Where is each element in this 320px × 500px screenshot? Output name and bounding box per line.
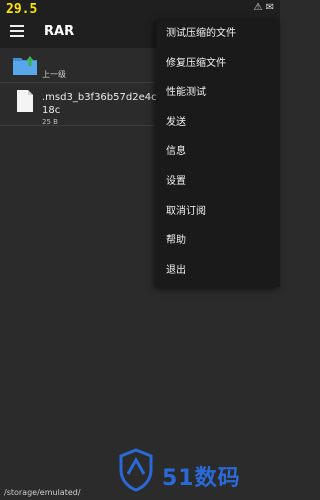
file-icon — [17, 90, 33, 112]
menu-item-send[interactable]: 发送 — [156, 108, 280, 138]
menu-item-exit[interactable]: 退出 — [156, 256, 280, 286]
overflow-menu: 测试压缩的文件 修复压缩文件 性能测试 发送 信息 设置 取消订阅 帮助 退出 — [156, 19, 280, 287]
hamburger-menu-icon[interactable] — [10, 25, 24, 37]
menu-item-info[interactable]: 信息 — [156, 137, 280, 167]
folder-up-icon — [13, 56, 37, 75]
menu-item-unsubscribe[interactable]: 取消订阅 — [156, 197, 280, 227]
parent-folder-label: 上一级 — [42, 70, 66, 79]
file-size: 25 B — [42, 118, 58, 126]
menu-item-repair-archive[interactable]: 修复压缩文件 — [156, 49, 280, 79]
watermark-text: 51数码 — [162, 466, 241, 491]
menu-item-settings[interactable]: 设置 — [156, 167, 280, 197]
status-icons: ⚠ ✉ — [253, 2, 274, 13]
status-time: 29.5 — [6, 2, 38, 17]
menu-item-test-archive[interactable]: 测试压缩的文件 — [156, 19, 280, 49]
app-title: RAR — [44, 24, 75, 39]
watermark: 51数码 — [112, 446, 280, 500]
menu-item-benchmark[interactable]: 性能测试 — [156, 78, 280, 108]
shield-logo-icon — [119, 448, 153, 492]
menu-item-help[interactable]: 帮助 — [156, 226, 280, 256]
status-bar: 29.5 ⚠ ✉ — [0, 0, 280, 18]
